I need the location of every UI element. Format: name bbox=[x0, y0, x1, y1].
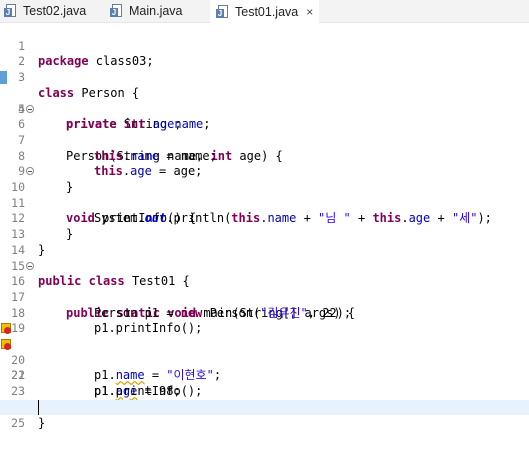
editor-tab-bar: J Test02.java J Main.java J Test01.java … bbox=[0, 0, 529, 25]
code-line: 24 } bbox=[0, 384, 529, 430]
code-editor[interactable]: 1 package class03; 2 3 class Person { 4 … bbox=[0, 23, 529, 430]
code-line: 7 this.name = name; bbox=[0, 117, 529, 163]
fold-toggle-icon[interactable] bbox=[26, 167, 34, 176]
code-line: 13 } bbox=[0, 211, 529, 257]
code-line: 20 p1.name = "이현호"; bbox=[0, 321, 529, 382]
tab-test01[interactable]: J Test01.java × bbox=[210, 0, 320, 25]
code-line: 10 void printInfo() { bbox=[0, 164, 529, 225]
line-number: 25 bbox=[11, 415, 25, 430]
code-line: 9 } bbox=[0, 149, 529, 194]
text-caret bbox=[38, 399, 39, 415]
code-line: 21 p1.age = 98; bbox=[0, 337, 529, 398]
code-line: 18 p1.printInfo(); bbox=[0, 290, 529, 336]
java-file-icon: J bbox=[4, 4, 18, 18]
tab-label: Test02.java bbox=[23, 4, 87, 18]
code-line: 3 class Person { bbox=[0, 54, 529, 100]
close-icon[interactable]: × bbox=[306, 5, 313, 19]
tab-main[interactable]: J Main.java bbox=[110, 0, 183, 22]
line-code: } bbox=[38, 415, 46, 430]
code-line: 5 private int age; bbox=[0, 86, 529, 132]
current-code-line[interactable]: 25 bbox=[0, 399, 529, 430]
tab-test02[interactable]: J Test02.java bbox=[4, 0, 86, 22]
code-line: 22 p1.printInfo(); bbox=[0, 353, 529, 398]
error-marker-icon[interactable] bbox=[1, 339, 11, 350]
code-line: 12 } bbox=[0, 196, 529, 241]
java-file-icon: J bbox=[110, 4, 124, 18]
tab-label: Main.java bbox=[129, 4, 183, 18]
fold-toggle-icon[interactable] bbox=[26, 104, 34, 113]
code-line: 4 private String name; bbox=[0, 70, 529, 131]
code-line: 15 public class Test01 { bbox=[0, 243, 529, 289]
change-marker bbox=[0, 71, 7, 85]
java-file-icon: J bbox=[216, 4, 230, 19]
fold-toggle-icon[interactable] bbox=[26, 261, 34, 270]
code-line: 19 bbox=[0, 306, 529, 335]
code-line: 14 bbox=[0, 227, 529, 257]
code-line: 17 Person p1 = new Person("김유진", 22); bbox=[0, 274, 529, 320]
code-line: 16 public static void main(String[] args… bbox=[0, 259, 529, 320]
code-line: 23 } bbox=[0, 368, 529, 414]
tab-label: Test01.java bbox=[235, 4, 299, 19]
code-line: 11 System.out.println(this.name + "님 " +… bbox=[0, 180, 529, 226]
code-line: 1 package class03; bbox=[0, 23, 529, 69]
code-line: 6 Person(String name, int age) { bbox=[0, 102, 529, 163]
code-line: 8 this.age = age; bbox=[0, 133, 529, 179]
code-line: 2 bbox=[0, 39, 529, 68]
error-marker-icon[interactable] bbox=[1, 323, 11, 335]
